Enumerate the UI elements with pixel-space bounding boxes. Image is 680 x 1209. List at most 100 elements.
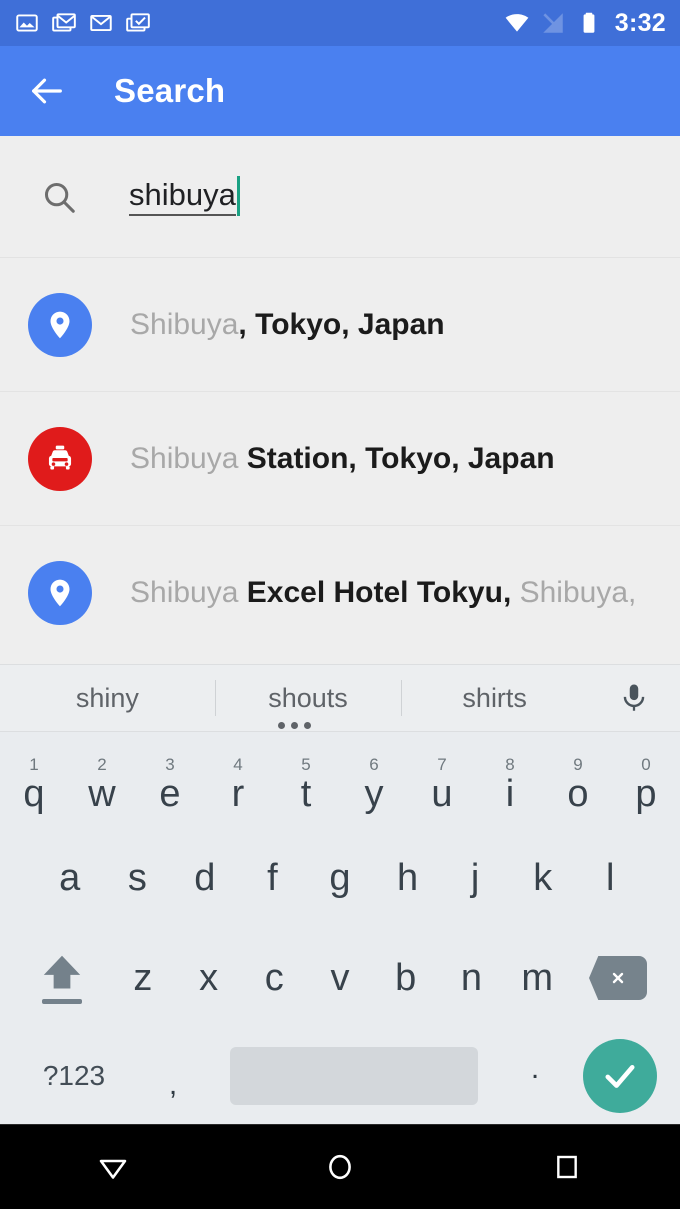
nav-home-button[interactable] xyxy=(295,1125,385,1209)
key-number-hint: 2 xyxy=(97,754,107,774)
text-caret xyxy=(236,175,240,216)
key-b[interactable]: b xyxy=(373,928,439,1028)
suggestion-text: Shibuya Excel Hotel Tokyu, Shibuya, xyxy=(130,575,636,611)
keyboard-suggestion-1[interactable]: shouts xyxy=(214,664,402,732)
status-system-icons: 3:32 xyxy=(504,10,666,36)
keyboard-row-2: a s d f g h j k l xyxy=(0,828,680,928)
key-y[interactable]: 6y xyxy=(340,740,408,828)
shift-key[interactable] xyxy=(14,928,110,1028)
key-j[interactable]: j xyxy=(441,828,509,928)
key-g[interactable]: g xyxy=(306,828,374,928)
key-label: c xyxy=(264,957,284,999)
key-label: x xyxy=(199,957,219,999)
key-k[interactable]: k xyxy=(509,828,577,928)
key-x[interactable]: x xyxy=(176,928,242,1028)
keyboard-suggestion-2[interactable]: shirts xyxy=(401,664,588,732)
key-number-hint: 1 xyxy=(29,754,39,774)
key-number-hint: 0 xyxy=(641,754,651,774)
home-circle-icon xyxy=(329,1154,351,1180)
keyboard-row-4: ?123 , . xyxy=(0,1028,680,1124)
key-p[interactable]: 0p xyxy=(612,740,680,828)
key-label: r xyxy=(231,772,245,815)
key-label: b xyxy=(395,957,417,999)
key-label: m xyxy=(521,957,553,999)
key-number-hint: 5 xyxy=(301,754,311,774)
taxi-glyph-icon xyxy=(48,445,72,469)
key-i[interactable]: 8i xyxy=(476,740,544,828)
key-number-hint: 7 xyxy=(437,754,447,774)
search-field-row[interactable]: shibuya xyxy=(0,136,680,258)
key-m[interactable]: m xyxy=(504,928,570,1028)
key-label: z xyxy=(133,957,153,999)
keyboard-suggestion-strip: shiny shouts shirts xyxy=(0,664,680,732)
transit-taxi-icon xyxy=(28,426,92,491)
suggestion-text: Shibuya, Tokyo, Japan xyxy=(130,307,445,343)
key-a[interactable]: a xyxy=(36,828,104,928)
key-label: v xyxy=(330,957,350,999)
key-label: i xyxy=(505,772,515,815)
key-w[interactable]: 2w xyxy=(68,740,136,828)
keyboard-row-1: 1q 2w 3e 4r 5t 6y 7u 8i 9o 0p xyxy=(0,732,680,828)
key-c[interactable]: c xyxy=(241,928,307,1028)
list-item[interactable]: Shibuya Excel Hotel Tokyu, Shibuya, xyxy=(0,526,680,660)
key-f[interactable]: f xyxy=(239,828,307,928)
enter-key[interactable] xyxy=(574,1037,666,1115)
search-icon-button[interactable] xyxy=(36,174,82,220)
backspace-key[interactable] xyxy=(570,928,666,1028)
symbols-key[interactable]: ?123 xyxy=(14,1060,134,1092)
key-e[interactable]: 3e xyxy=(136,740,204,828)
key-v[interactable]: v xyxy=(307,928,373,1028)
space-key[interactable] xyxy=(230,1047,478,1105)
key-label: p xyxy=(635,772,657,815)
nav-back-button[interactable] xyxy=(68,1125,158,1209)
search-icon xyxy=(44,182,75,213)
period-key[interactable]: . xyxy=(496,1052,574,1100)
suggestion-rest-text: , Tokyo, Japan xyxy=(238,307,445,341)
key-label: f xyxy=(267,857,278,899)
arrow-back-icon xyxy=(32,78,62,104)
shift-underline xyxy=(41,998,82,1004)
microphone-icon xyxy=(623,684,645,711)
gmail-icon xyxy=(52,13,76,32)
key-label: k xyxy=(533,857,553,899)
key-label: y xyxy=(364,772,384,815)
keyboard-suggestion-0[interactable]: shiny xyxy=(0,664,215,732)
key-q[interactable]: 1q xyxy=(0,740,68,828)
search-input[interactable]: shibuya xyxy=(129,175,240,218)
suggestion-match-text: Shibuya xyxy=(130,441,239,475)
check-enter-icon xyxy=(583,1039,657,1113)
search-suggestion-list: Shibuya, Tokyo, Japan Shibuya Station, T… xyxy=(0,258,680,660)
key-d[interactable]: d xyxy=(171,828,239,928)
comma-key[interactable]: , xyxy=(134,1050,212,1102)
key-r[interactable]: 4r xyxy=(204,740,272,828)
key-o[interactable]: 9o xyxy=(544,740,612,828)
list-item[interactable]: Shibuya Station, Tokyo, Japan xyxy=(0,392,680,526)
battery-icon xyxy=(583,12,595,33)
nav-recents-button[interactable] xyxy=(522,1125,612,1209)
inbox-check-icon xyxy=(126,13,150,32)
phone-screen: 3:32 Search shibuya Shibuya, Tokyo, Japa… xyxy=(0,0,680,1209)
suggestion-rest-text: Excel Hotel Tokyu, xyxy=(238,576,512,609)
key-label: q xyxy=(23,772,45,815)
key-label: o xyxy=(567,772,589,815)
status-bar: 3:32 xyxy=(0,0,680,46)
key-z[interactable]: z xyxy=(110,928,176,1028)
key-label: e xyxy=(159,772,181,815)
key-n[interactable]: n xyxy=(439,928,505,1028)
place-pin-icon xyxy=(28,292,92,357)
pin-glyph-icon xyxy=(50,579,70,607)
voice-input-button[interactable] xyxy=(588,681,680,715)
key-l[interactable]: l xyxy=(576,828,644,928)
gmail-icon xyxy=(90,14,112,32)
key-t[interactable]: 5t xyxy=(272,740,340,828)
back-button[interactable] xyxy=(22,66,72,116)
key-label: h xyxy=(396,857,419,899)
key-s[interactable]: s xyxy=(104,828,172,928)
key-number-hint: 6 xyxy=(369,754,379,774)
key-u[interactable]: 7u xyxy=(408,740,476,828)
page-title: Search xyxy=(114,72,226,109)
key-h[interactable]: h xyxy=(374,828,442,928)
list-item[interactable]: Shibuya, Tokyo, Japan xyxy=(0,258,680,392)
key-label: s xyxy=(127,857,147,899)
search-input-value: shibuya xyxy=(129,177,236,217)
